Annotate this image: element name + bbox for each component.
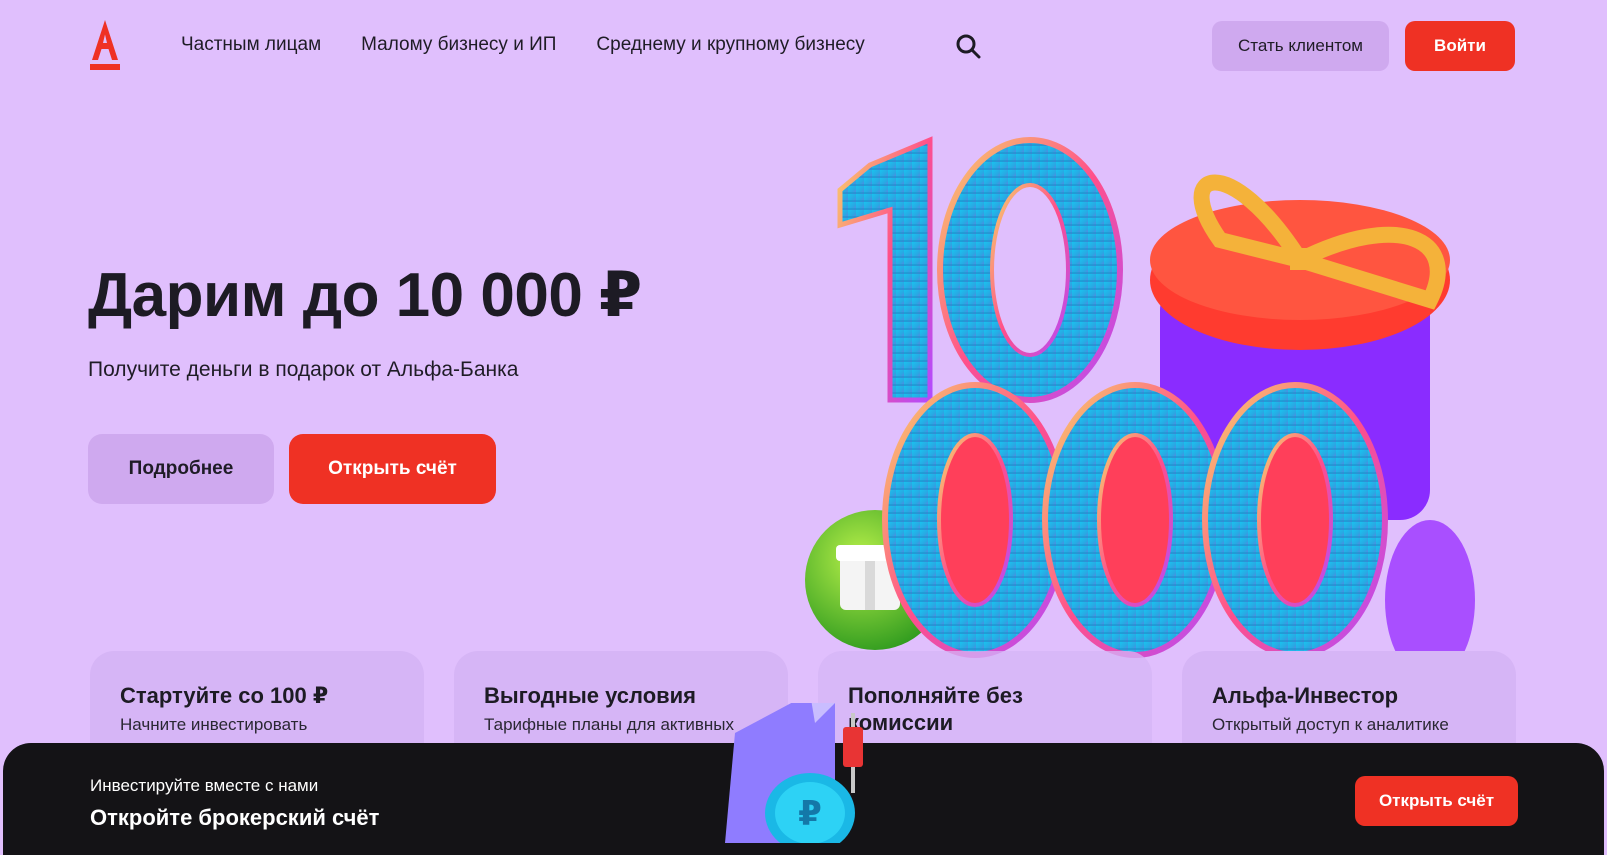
login-button[interactable]: Войти (1405, 21, 1515, 71)
open-broker-account-button[interactable]: Открыть счёт (1355, 776, 1518, 826)
become-client-button[interactable]: Стать клиентом (1212, 21, 1389, 71)
more-button[interactable]: Подробнее (88, 434, 274, 504)
broker-banner: Инвестируйте вместе с нами Откройте брок… (3, 693, 1604, 855)
card-text: Начните инвестировать (120, 715, 308, 734)
hero-illustration (800, 130, 1520, 680)
nav-item-corporate[interactable]: Среднему и крупному бизнесу (596, 34, 864, 56)
hero-title: Дарим до 10 000 ₽ (88, 261, 642, 330)
hero-subtitle: Получите деньги в подарок от Альфа-Банка (88, 358, 519, 381)
open-account-button[interactable]: Открыть счёт (289, 434, 496, 504)
nav-item-small-business[interactable]: Малому бизнесу и ИП (361, 34, 556, 56)
banner-subtitle: Инвестируйте вместе с нами (90, 776, 319, 795)
card-title: Стартуйте со 100 ₽ (120, 683, 329, 708)
banner-title: Откройте брокерский счёт (90, 805, 380, 830)
card-text: Открытый доступ к аналитике (1212, 715, 1449, 734)
search-icon[interactable] (955, 33, 981, 59)
svg-text:₽: ₽ (798, 794, 822, 834)
ruble-coin-icon: ₽ (715, 693, 905, 853)
card-title: Альфа-Инвестор (1212, 683, 1399, 708)
alfa-logo-icon[interactable] (88, 20, 122, 70)
nav-item-individuals[interactable]: Частным лицам (181, 34, 321, 56)
main-nav: Частным лицам Малому бизнесу и ИП Средне… (181, 34, 905, 56)
